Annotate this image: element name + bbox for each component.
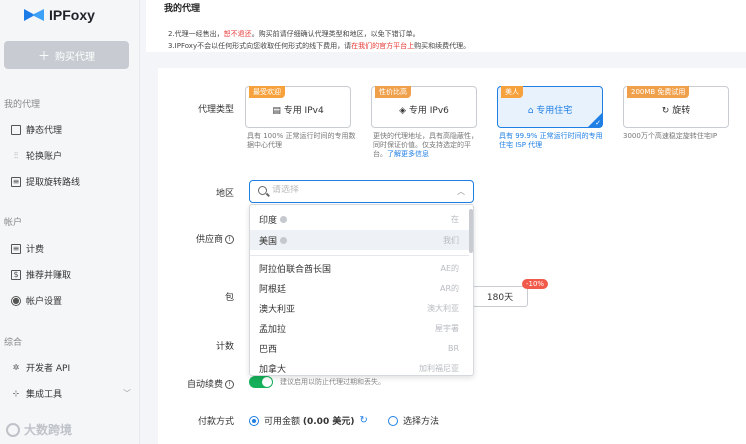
- watermark: 大数跨境: [6, 421, 72, 438]
- sidebar-item-extract-route[interactable]: ≡ 提取旋转路线: [11, 175, 80, 188]
- proxy-type-desc: 具有 100% 正常运行时间的专用数据中心代理: [247, 132, 356, 149]
- auto-renew-toggle[interactable]: [249, 376, 273, 388]
- sidebar-item-developer-api[interactable]: ✲ 开发者 API: [11, 361, 70, 374]
- group-title-my-proxy: 我的代理: [4, 100, 41, 110]
- search-icon: [258, 186, 267, 195]
- static-proxy-icon: [11, 124, 21, 135]
- tag-badge: 200MB 免费试用: [627, 86, 690, 98]
- page-header: 我的代理 2.代理一经售出，恕不退还。购买前请仔细确认代理类型和地区，以免下错订…: [146, 0, 746, 52]
- list-icon: ▤: [272, 106, 284, 116]
- sidebar-item-label: 推荐并赚取: [26, 271, 72, 281]
- region-search-input[interactable]: [272, 185, 432, 195]
- refresh-icon[interactable]: ↻: [359, 415, 367, 426]
- sidebar-item-billing[interactable]: ≡ 计费: [11, 242, 44, 255]
- layers-icon: ◈: [399, 106, 409, 116]
- proxy-type-name: 旋转: [672, 106, 691, 116]
- proxy-type-residential[interactable]: 美人 ⌂ 专用住宅 ✓: [497, 86, 603, 128]
- logo[interactable]: IPFoxy: [24, 7, 95, 23]
- sidebar-item-integration-tools[interactable]: ⊹ 集成工具 ﹀: [11, 387, 131, 400]
- chevron-down-icon: ﹀: [123, 389, 131, 398]
- sidebar-item-rotating-account[interactable]: ⫶⫶ 轮换账户: [11, 149, 63, 163]
- sidebar-item-label: 计费: [26, 245, 45, 255]
- developer-api-icon: ✲: [12, 363, 20, 372]
- region-select[interactable]: ︿: [249, 180, 474, 203]
- proxy-type-label: 代理类型: [197, 105, 234, 115]
- ipfoxy-logo-icon: [24, 8, 46, 22]
- verified-icon: [280, 215, 288, 223]
- group-title-account: 帐户: [4, 218, 23, 228]
- payment-balance-radio[interactable]: 可用金额 (0.00 美元) ↻: [249, 414, 368, 427]
- proxy-type-rotating[interactable]: 200MB 免费试用 ↻ 旋转: [623, 86, 729, 128]
- integration-tools-icon: ⊹: [12, 389, 20, 398]
- payment-choose-method-radio[interactable]: 选择方法: [388, 414, 439, 427]
- sidebar-item-label: 帐户设置: [26, 297, 63, 307]
- duration-180-button[interactable]: 180天: [472, 286, 528, 307]
- region-option-bangladesh[interactable]: 孟加拉 屋宇署: [250, 318, 469, 338]
- sidebar-item-label: 集成工具: [26, 390, 63, 400]
- sidebar-item-label: 静态代理: [26, 126, 63, 136]
- buy-proxy-button[interactable]: ＋ 购买代理: [4, 41, 129, 69]
- sidebar-item-referral[interactable]: $ 推荐并赚取: [11, 268, 71, 281]
- discount-badge: -10%: [522, 279, 549, 289]
- home-icon: ⌂: [527, 106, 537, 116]
- sidebar-item-label: 轮换账户: [26, 152, 63, 162]
- watermark-text: 大数跨境: [24, 423, 73, 437]
- proxy-type-desc: 更快的代理地址，具有高隐蔽性，同时保证价值。仅支持选定的平台。了解更多信息: [373, 132, 478, 158]
- package-label: 包: [224, 293, 234, 303]
- proxy-type-desc: 3000万个高速稳定旋转住宅IP: [623, 132, 718, 140]
- radio-unchecked-icon: [388, 415, 398, 426]
- notice-line-3: 3.IPFoxy不会以任何形式向您收取任何形式的线下费用，请在我们的官方平台上购…: [168, 42, 471, 50]
- chevron-up-icon: ︿: [457, 187, 465, 196]
- brand-name: IPFoxy: [49, 7, 95, 23]
- tag-badge: 最受欢迎: [249, 86, 285, 98]
- sidebar-item-static-proxy[interactable]: 静态代理: [11, 123, 62, 136]
- region-label: 地区: [215, 189, 234, 199]
- sidebar-item-label: 开发者 API: [26, 364, 71, 374]
- count-label: 计数: [215, 342, 234, 352]
- supplier-label: 供应商!: [174, 232, 234, 245]
- extract-route-icon: ≡: [11, 176, 21, 187]
- verified-icon: [280, 236, 288, 244]
- tag-badge: 美人: [501, 86, 523, 98]
- auto-renew-label: 自动续费!: [174, 377, 234, 390]
- info-icon[interactable]: !: [225, 235, 234, 244]
- billing-icon: ≡: [11, 243, 21, 254]
- region-option-canada[interactable]: 加拿大 加利福尼亚: [250, 358, 469, 375]
- notice-line-2: 2.代理一经售出，恕不退还。购买前请仔细确认代理类型和地区，以免下错订单。: [168, 30, 420, 38]
- sidebar: IPFoxy ＋ 购买代理 我的代理 静态代理 ⫶⫶ 轮换账户 ≡ 提取旋转路线…: [0, 0, 140, 444]
- proxy-type-name: 专用 IPv4: [283, 106, 324, 116]
- group-title-general: 综合: [4, 338, 23, 348]
- sidebar-item-account-settings[interactable]: ● 帐户设置: [11, 294, 62, 307]
- region-option-argentina[interactable]: 阿根廷 AR的: [250, 278, 469, 298]
- proxy-type-name: 专用 IPv6: [408, 106, 449, 116]
- divider: [250, 255, 469, 256]
- region-option-usa[interactable]: 美国 我们: [250, 230, 469, 250]
- proxy-type-ipv4[interactable]: 最受欢迎 ▤ 专用 IPv4: [245, 86, 351, 128]
- learn-more-link[interactable]: 了解更多信息: [387, 150, 429, 158]
- rotate-icon: ↻: [661, 106, 673, 116]
- plus-icon: ＋: [37, 48, 50, 63]
- tag-badge: 性价比高: [375, 86, 411, 98]
- region-dropdown: 印度 在 美国 我们 阿拉伯联合酋长国 AE的 阿根廷 AR的 澳大利亚 澳大利…: [249, 204, 474, 376]
- page-title: 我的代理: [164, 4, 201, 14]
- payment-label: 付款方式: [197, 417, 234, 427]
- region-option-brazil[interactable]: 巴西 BR: [250, 338, 469, 358]
- radio-checked-icon: [249, 415, 259, 426]
- region-option-australia[interactable]: 澳大利亚 澳大利亚: [250, 298, 469, 318]
- proxy-type-desc: 具有 99.9% 正常运行时间的专用住宅 ISP 代理: [499, 132, 603, 149]
- buy-proxy-label: 购买代理: [55, 51, 95, 63]
- proxy-type-ipv6[interactable]: 性价比高 ◈ 专用 IPv6: [371, 86, 477, 128]
- auto-renew-hint: 建议启用以防止代理过期和丢失。: [280, 378, 385, 386]
- referral-icon: $: [11, 269, 21, 280]
- region-option-uae[interactable]: 阿拉伯联合酋长国 AE的: [250, 258, 469, 278]
- sidebar-item-label: 提取旋转路线: [26, 178, 81, 188]
- rotating-account-icon: ⫶⫶: [14, 150, 18, 160]
- scrollbar[interactable]: [469, 209, 473, 253]
- proxy-type-name: 专用住宅: [536, 106, 573, 116]
- account-settings-icon: ●: [11, 295, 21, 306]
- region-option-india[interactable]: 印度 在: [250, 209, 469, 229]
- check-icon: ✓: [595, 119, 601, 127]
- watermark-logo-icon: [6, 422, 20, 437]
- info-icon[interactable]: !: [225, 380, 234, 389]
